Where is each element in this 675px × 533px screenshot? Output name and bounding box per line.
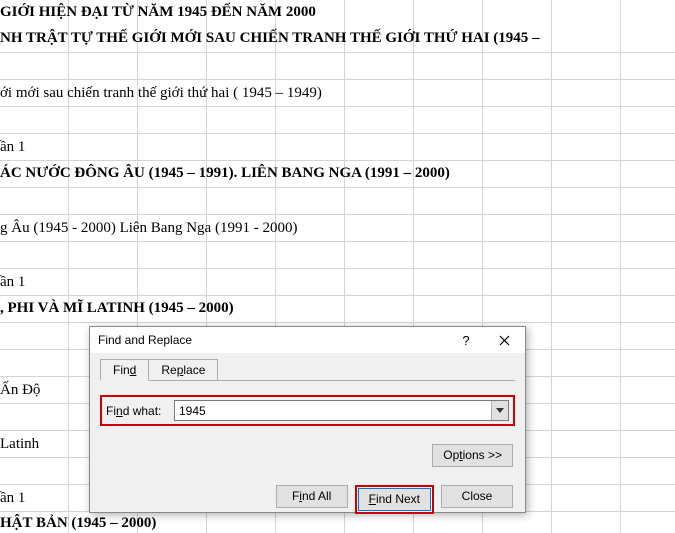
cell-text[interactable]: ần 1 xyxy=(0,139,25,156)
gridline xyxy=(0,160,675,161)
options-row: Options >> xyxy=(90,444,513,467)
options-button[interactable]: Options >> xyxy=(432,444,513,467)
gridline xyxy=(0,52,675,53)
dialog-title: Find and Replace xyxy=(98,333,447,347)
cell-text[interactable]: , PHI VÀ MĨ LATINH (1945 – 2000) xyxy=(0,300,234,317)
dropdown-button[interactable] xyxy=(491,401,508,420)
cell-text[interactable]: g Âu (1945 - 2000) Liên Bang Nga (1991 -… xyxy=(0,220,297,237)
cell-text[interactable]: ới mới sau chiến tranh thế giới thứ hai … xyxy=(0,85,322,102)
find-all-button[interactable]: Find All xyxy=(276,485,348,508)
gridline xyxy=(0,187,675,188)
dialog-tabs: FindFind ReplaceReplace xyxy=(100,359,525,381)
cell-text[interactable]: ần 1 xyxy=(0,274,25,291)
cell-text[interactable]: NH TRẬT TỰ THẾ GIỚI MỚI SAU CHIẾN TRANH … xyxy=(0,30,540,47)
cell-text[interactable]: HẬT BẢN (1945 – 2000) xyxy=(0,515,156,532)
find-next-button[interactable]: Find Next xyxy=(358,488,431,511)
find-what-row: Find what: xyxy=(100,395,515,426)
cell-text[interactable]: GIỚI HIỆN ĐẠI TỪ NĂM 1945 ĐẾN NĂM 2000 xyxy=(0,4,316,21)
gridline xyxy=(0,268,675,269)
close-button[interactable]: Close xyxy=(441,485,513,508)
find-what-label: Find what: xyxy=(106,404,174,418)
close-icon[interactable] xyxy=(485,328,523,352)
gridline xyxy=(0,322,675,323)
gridline xyxy=(0,106,675,107)
tab-find[interactable]: FindFind xyxy=(100,359,149,381)
gridline xyxy=(0,133,675,134)
find-what-input[interactable] xyxy=(175,401,491,420)
dialog-buttons: Find All Find Next Close xyxy=(90,485,513,514)
find-what-input-wrap xyxy=(174,400,509,421)
tab-divider xyxy=(100,380,515,381)
chevron-down-icon xyxy=(496,408,504,413)
find-replace-dialog: Find and Replace ? FindFind ReplaceRepla… xyxy=(89,326,526,513)
gridline xyxy=(0,241,675,242)
gridline xyxy=(0,295,675,296)
cell-text[interactable]: ÁC NƯỚC ĐÔNG ÂU (1945 – 1991). LIÊN BANG… xyxy=(0,165,450,182)
find-next-highlight: Find Next xyxy=(355,485,434,514)
gridline xyxy=(0,79,675,80)
help-button[interactable]: ? xyxy=(447,328,485,352)
cell-text[interactable]: Latinh xyxy=(0,436,39,453)
dialog-titlebar[interactable]: Find and Replace ? xyxy=(90,327,525,353)
tab-replace[interactable]: ReplaceReplace xyxy=(148,359,218,381)
gridline xyxy=(0,214,675,215)
cell-text[interactable]: Ấn Độ xyxy=(0,382,40,399)
cell-text[interactable]: ần 1 xyxy=(0,490,25,507)
